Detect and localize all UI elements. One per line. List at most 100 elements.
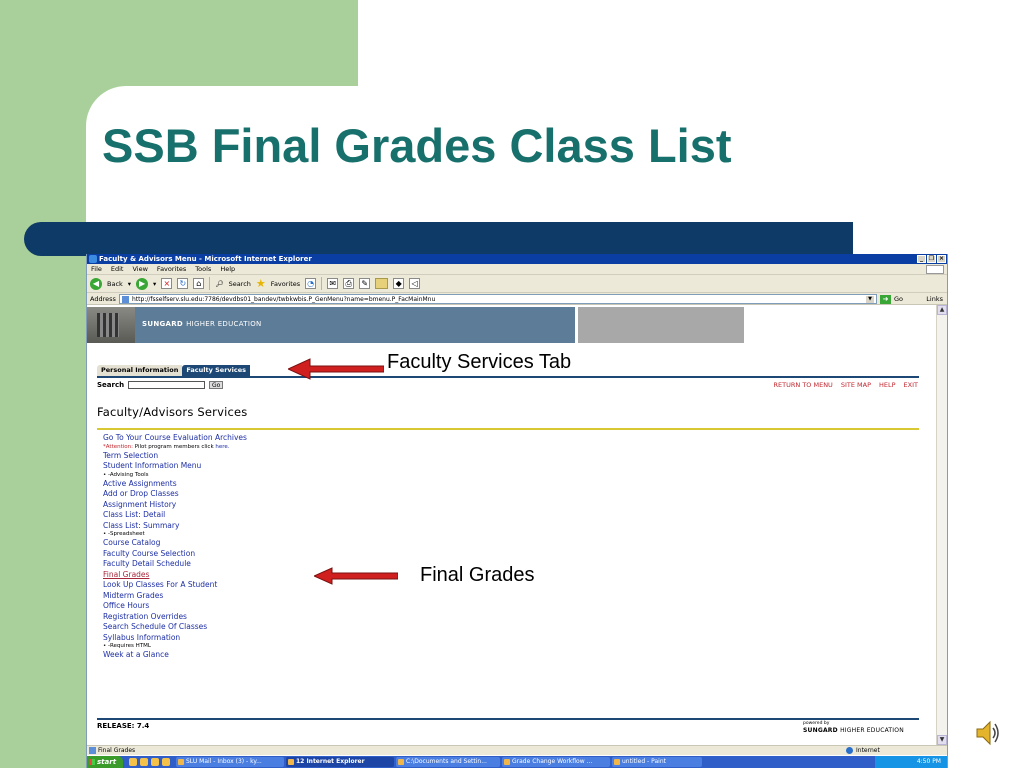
minimize-button[interactable]: _: [917, 255, 926, 263]
mail-icon[interactable]: ✉: [327, 278, 339, 289]
ie-quicklaunch-icon[interactable]: [129, 758, 137, 766]
list-item[interactable]: Add or Drop Classes: [103, 489, 603, 500]
home-icon[interactable]: ⌂: [193, 278, 205, 289]
address-input[interactable]: http://fsselfserv.slu.edu:7786/devdbs01_…: [119, 294, 877, 304]
taskbar-item-ie[interactable]: 12 Internet Explorer: [286, 757, 394, 767]
return-to-menu-link[interactable]: RETURN TO MENU: [774, 381, 833, 389]
favorites-star-icon[interactable]: ★: [256, 277, 266, 290]
forward-dropdown-icon[interactable]: ▾: [153, 280, 156, 288]
window-title: Faculty & Advisors Menu - Microsoft Inte…: [99, 255, 312, 263]
go-button[interactable]: ➜ Go: [880, 294, 903, 304]
scroll-up-icon[interactable]: ▲: [937, 305, 947, 315]
tab-faculty-services[interactable]: Faculty Services: [182, 365, 251, 376]
outlook-quicklaunch-icon[interactable]: [151, 758, 159, 766]
bottom-divider: [97, 718, 919, 720]
menu-edit[interactable]: Edit: [111, 264, 124, 274]
list-note: • -Spreadsheet: [103, 531, 145, 537]
speaker-icon[interactable]: [975, 718, 1001, 748]
search-icon[interactable]: 🔎︎: [215, 280, 223, 288]
powered-by-text: powered by: [803, 721, 830, 726]
list-item[interactable]: Course Catalog: [103, 538, 603, 549]
menu-view[interactable]: View: [132, 264, 147, 274]
here-link[interactable]: here.: [215, 444, 229, 450]
refresh-icon[interactable]: ↻: [177, 278, 189, 289]
menu-favorites[interactable]: Favorites: [157, 264, 186, 274]
back-button[interactable]: Back: [107, 280, 123, 288]
stop-icon[interactable]: ×: [161, 278, 173, 289]
messenger-icon[interactable]: ◆: [393, 278, 405, 289]
list-item[interactable]: Faculty Course Selection: [103, 549, 603, 560]
ie-icon: [89, 255, 97, 263]
history-icon[interactable]: ◔: [305, 278, 317, 289]
go-arrow-icon: ➜: [880, 294, 891, 304]
edit-icon[interactable]: ✎: [359, 278, 371, 289]
green-left-strip: [0, 0, 86, 768]
windows-taskbar: start SLU Mail - Inbox (3) - ky... 12 In…: [87, 756, 947, 768]
menu-help[interactable]: Help: [220, 264, 235, 274]
site-map-link[interactable]: SITE MAP: [841, 381, 871, 389]
research-icon[interactable]: ◁: [409, 278, 421, 289]
help-link[interactable]: HELP: [879, 381, 896, 389]
list-item[interactable]: Class List: Summary: [103, 521, 603, 532]
menu-file[interactable]: File: [91, 264, 102, 274]
list-note: • -Advising Tools: [103, 471, 149, 478]
forward-arrow-icon[interactable]: ▶: [136, 277, 149, 290]
page-icon: [122, 296, 129, 303]
search-label: Search: [97, 381, 125, 389]
powered-logo: SUNGARD HIGHER EDUCATION: [803, 727, 904, 734]
print-icon[interactable]: ⎙: [343, 278, 355, 289]
slide: SSB Final Grades Class List Faculty & Ad…: [0, 0, 1024, 768]
search-go-button[interactable]: Go: [209, 381, 224, 389]
taskbar-item-mail[interactable]: SLU Mail - Inbox (3) - ky...: [176, 757, 284, 767]
services-menu-list: Go To Your Course Evaluation Archives *A…: [103, 433, 603, 661]
taskbar-item-documents[interactable]: C:\Documents and Settin...: [396, 757, 500, 767]
list-item[interactable]: Search Schedule Of Classes: [103, 622, 603, 633]
taskbar-item-workflow[interactable]: Grade Change Workflow ...: [502, 757, 610, 767]
window-titlebar: Faculty & Advisors Menu - Microsoft Inte…: [87, 254, 947, 264]
list-item[interactable]: Term Selection: [103, 451, 603, 462]
section-title: Faculty/Advisors Services: [97, 405, 248, 419]
slide-title: SSB Final Grades Class List: [102, 119, 732, 172]
links-button[interactable]: Links: [926, 293, 943, 305]
vertical-scrollbar[interactable]: ▲ ▼: [936, 305, 947, 745]
list-item[interactable]: Assignment History: [103, 500, 603, 511]
search-button[interactable]: Search: [229, 280, 251, 288]
list-note: • -Requires HTML: [103, 643, 151, 649]
list-item[interactable]: Syllabus Information: [103, 633, 603, 644]
status-bar: Final Grades Internet: [87, 745, 947, 755]
status-page-icon: [89, 747, 96, 754]
address-url: http://fsselfserv.slu.edu:7786/devdbs01_…: [132, 296, 436, 303]
list-item[interactable]: Registration Overrides: [103, 612, 603, 623]
list-item[interactable]: Midterm Grades: [103, 591, 603, 602]
list-item[interactable]: Office Hours: [103, 601, 603, 612]
go-label: Go: [894, 295, 904, 303]
back-arrow-icon[interactable]: ◀: [90, 277, 102, 290]
release-text: RELEASE: 7.4: [97, 722, 150, 730]
firefox-quicklaunch-icon[interactable]: [162, 758, 170, 766]
list-item[interactable]: Student Information Menu: [103, 461, 603, 472]
exit-link[interactable]: EXIT: [904, 381, 918, 389]
folder-icon[interactable]: [375, 278, 389, 289]
back-dropdown-icon[interactable]: ▾: [128, 280, 131, 288]
list-item[interactable]: Class List: Detail: [103, 510, 603, 521]
address-dropdown-icon[interactable]: ▼: [866, 296, 874, 303]
search-input[interactable]: [128, 381, 206, 389]
taskbar-item-paint[interactable]: untitled - Paint: [612, 757, 702, 767]
menu-tools[interactable]: Tools: [195, 264, 211, 274]
favorites-button[interactable]: Favorites: [271, 280, 300, 288]
scroll-down-icon[interactable]: ▼: [937, 735, 947, 745]
maximize-button[interactable]: ❐: [927, 255, 936, 263]
navy-accent-bar: [24, 222, 853, 256]
list-item[interactable]: Active Assignments: [103, 479, 603, 490]
banner-photo: [87, 307, 135, 343]
sungard-banner: SUNGARD HIGHER EDUCATION: [87, 307, 575, 343]
arrow-to-faculty-tab-icon: [288, 358, 384, 380]
start-button[interactable]: start: [87, 756, 123, 768]
close-button[interactable]: ×: [937, 255, 946, 263]
list-item[interactable]: Go To Your Course Evaluation Archives: [103, 433, 603, 444]
desktop-quicklaunch-icon[interactable]: [140, 758, 148, 766]
list-item[interactable]: Week at a Glance: [103, 650, 603, 661]
tab-personal-information[interactable]: Personal Information: [97, 365, 183, 376]
powered-brand: SUNGARD: [803, 727, 838, 734]
tab-bar: Personal Information Faculty Services: [97, 365, 251, 376]
